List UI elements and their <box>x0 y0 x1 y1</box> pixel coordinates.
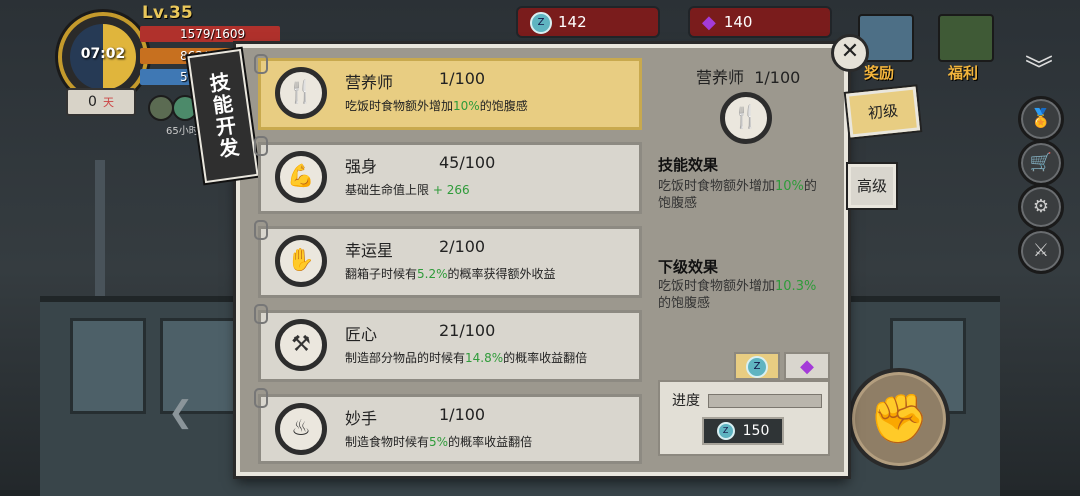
sword-icon[interactable]: ⚔ <box>1018 228 1064 274</box>
effect-heading: 技能效果 <box>658 156 719 174</box>
welfare-label[interactable]: 福利 <box>948 62 978 83</box>
upgrade-cost: 150 <box>742 423 770 439</box>
chef-hat-icon: ♨ <box>275 403 327 455</box>
skill-description: 制造部分物品的时候有14.8%的概率收益翻倍 <box>345 349 587 366</box>
gem-counter: ◆ 140 <box>690 8 830 36</box>
skill-name: 营养师 <box>345 73 394 92</box>
fork-knife-icon: 🍴 <box>720 92 772 144</box>
desc-text: 制造部分物品的时候有 <box>345 351 466 365</box>
paperclip-icon <box>254 136 268 156</box>
day-unit: 天 <box>102 96 114 109</box>
welfare-crate-icon[interactable] <box>938 14 994 62</box>
paperclip-icon <box>254 54 268 74</box>
desc-text: 的概率收益翻倍 <box>503 351 588 365</box>
progress-track <box>708 394 822 408</box>
desc-text: 的概率收益翻倍 <box>448 435 533 449</box>
medal-icon[interactable]: 🏅 <box>1018 96 1064 142</box>
clock-time: 07:02 <box>80 46 126 62</box>
zcoin-icon: Z <box>746 355 768 378</box>
health-bar: 1579/1609 <box>140 26 280 42</box>
desc-value: 5% <box>429 435 449 449</box>
skill-card[interactable]: 💪 强身 45/100 基础生命值上限 + 266 <box>258 142 642 214</box>
gem-icon: ◆ <box>702 11 716 33</box>
detail-skill-level: 1/100 <box>754 68 801 87</box>
skill-description: 翻箱子时候有5.2%的概率获得额外收益 <box>345 265 556 282</box>
next-level-heading: 下级效果 <box>658 258 719 276</box>
effect-value: 10% <box>775 179 804 194</box>
next-desc: 吃饭时食物额外增加 <box>658 279 776 294</box>
next-desc: 的饱腹感 <box>658 296 711 311</box>
skill-level: 21/100 <box>439 321 496 340</box>
desc-text: 翻箱子时候有 <box>345 267 418 281</box>
next-level-text: 吃饭时食物额外增加10.3% 的饱腹感 <box>658 278 828 312</box>
effect-desc: 吃饭时食物额外增加 <box>658 179 776 194</box>
player-level: Lv.35 <box>142 3 193 23</box>
shopping-cart-icon[interactable]: 🛒 <box>1018 140 1064 186</box>
paperclip-icon <box>254 388 268 408</box>
fork-knife-icon: 🍴 <box>275 67 327 119</box>
skill-name: 强身 <box>345 157 378 176</box>
medal-status-icon[interactable] <box>148 95 174 121</box>
skill-name: 妙手 <box>345 409 378 428</box>
skill-level: 2/100 <box>439 237 486 256</box>
day-counter: 0天 <box>66 88 136 116</box>
desc-text: 的饱腹感 <box>479 99 528 113</box>
skill-card[interactable]: ⚒ 匠心 21/100 制造部分物品的时候有14.8%的概率收益翻倍 <box>258 310 642 382</box>
desc-value: 10% <box>453 99 480 113</box>
zcoin-icon: Z <box>716 422 735 440</box>
zcoin-counter: Z 142 <box>518 8 658 36</box>
paperclip-icon <box>254 304 268 324</box>
next-value: 10.3% <box>775 279 817 294</box>
skill-level: 45/100 <box>439 153 496 172</box>
health-value: 1579/1609 <box>180 27 246 41</box>
desc-text: 的概率获得额外收益 <box>447 267 556 281</box>
skill-level: 1/100 <box>439 69 486 88</box>
detail-skill-name: 营养师 <box>696 68 745 87</box>
skill-card[interactable]: ♨ 妙手 1/100 制造食物时候有5%的概率收益翻倍 <box>258 394 642 464</box>
upgrade-button[interactable]: Z 150 <box>702 417 784 445</box>
paperclip-icon <box>254 220 268 240</box>
skill-description: 制造食物时候有5%的概率收益翻倍 <box>345 433 532 450</box>
desc-text: 吃饭时食物额外增加 <box>345 99 454 113</box>
close-icon: ✕ <box>840 39 860 64</box>
zcoin-icon: Z <box>530 11 552 34</box>
skill-name: 幸运星 <box>345 241 394 260</box>
desc-value: 5.2% <box>417 267 448 281</box>
desc-text: 制造食物时候有 <box>345 435 430 449</box>
gem-icon: ◆ <box>800 355 814 377</box>
skill-level: 1/100 <box>439 405 486 424</box>
skill-card[interactable]: 🍴 营养师 1/100 吃饭时食物额外增加10%的饱腹感 <box>258 58 642 130</box>
reward-label[interactable]: 奖励 <box>864 62 894 83</box>
zcoin-amount: 142 <box>558 13 587 31</box>
close-button[interactable]: ✕ <box>831 34 869 72</box>
skill-card[interactable]: ✋ 幸运星 2/100 翻箱子时候有5.2%的概率获得额外收益 <box>258 226 642 298</box>
tools-icon: ⚒ <box>275 319 327 371</box>
tab-gem-cost[interactable]: ◆ <box>784 352 830 380</box>
gear-icon[interactable]: ⚙ <box>1018 184 1064 230</box>
tab-zcoin-cost[interactable]: Z <box>734 352 780 380</box>
detail-title: 营养师 1/100 <box>696 64 800 88</box>
desc-value: 14.8% <box>465 351 504 365</box>
day-count: 0 <box>88 94 97 110</box>
skill-name: 匠心 <box>345 325 378 344</box>
tab-advanced[interactable]: 高级 <box>848 164 896 208</box>
muscle-arm-icon: 💪 <box>275 151 327 203</box>
desc-text: 基础生命值上限 <box>345 183 430 197</box>
progress-label: 进度 <box>672 393 700 409</box>
background-window <box>70 318 146 414</box>
hours-remaining: 65小时 <box>166 126 199 137</box>
chevron-down-icon[interactable]: ︾ <box>1018 52 1060 88</box>
desc-value: + 266 <box>429 183 470 197</box>
skill-description: 吃饭时食物额外增加10%的饱腹感 <box>345 97 528 114</box>
background-pole <box>95 160 105 300</box>
effect-text: 吃饭时食物额外增加10%的饱腹感 <box>658 178 828 212</box>
tab-basic[interactable]: 初级 <box>845 86 921 138</box>
lucky-hand-icon: ✋ <box>275 235 327 287</box>
fist-icon: ✊ <box>869 391 929 447</box>
attack-fist-button[interactable]: ✊ <box>848 368 950 470</box>
skill-description: 基础生命值上限 + 266 <box>345 181 470 198</box>
left-arrow-icon[interactable]: ❮ <box>168 395 193 430</box>
gem-amount: 140 <box>723 13 753 31</box>
